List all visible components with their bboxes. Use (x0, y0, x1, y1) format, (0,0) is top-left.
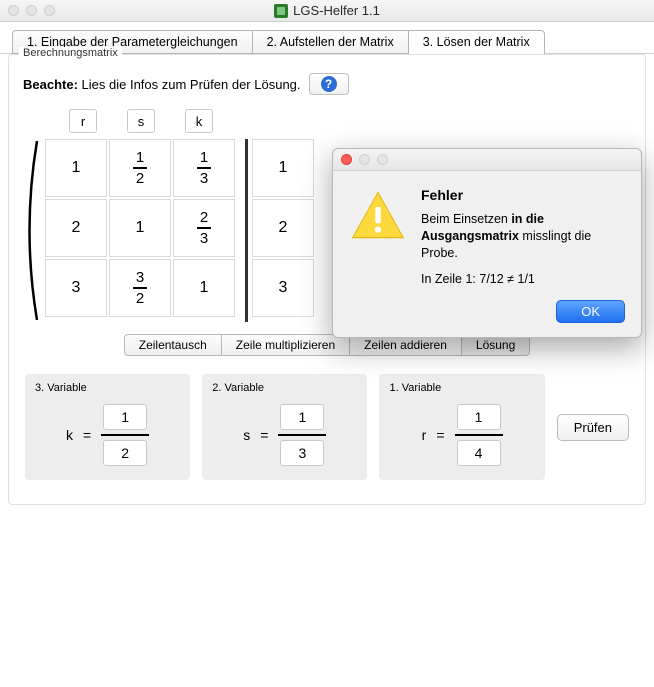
frame-title: Berechnungsmatrix (19, 47, 122, 59)
dialog-zoom-icon (377, 154, 388, 165)
tab-label: 2. Aufstellen der Matrix (267, 35, 394, 49)
var-box-k: 3. Variable k = 1 2 (25, 374, 190, 480)
equals-sign: = (436, 427, 444, 443)
dialog-minimize-icon (359, 154, 370, 165)
op-swap[interactable]: Zeilentausch (124, 334, 222, 356)
var-box-s: 2. Variable s = 1 3 (202, 374, 367, 480)
matrix-cell: 1 (109, 199, 171, 257)
ok-button[interactable]: OK (556, 300, 625, 323)
var-label: 2. Variable (212, 382, 357, 394)
tab-label: 3. Lösen der Matrix (423, 35, 530, 49)
rhs-cell: 1 (252, 139, 314, 197)
matrix-cell: 3 (45, 259, 107, 317)
notice-bold: Beachte: (23, 77, 78, 92)
var-num-input[interactable]: 1 (280, 404, 324, 430)
equals-sign: = (260, 427, 268, 443)
var-den-input[interactable]: 2 (103, 440, 147, 466)
notice-text: Lies die Infos zum Prüfen der Lösung. (82, 77, 301, 92)
rhs-cell: 3 (252, 259, 314, 317)
check-button[interactable]: Prüfen (557, 414, 629, 441)
var-name: s (243, 427, 250, 443)
solution-row: 3. Variable k = 1 2 2. Variable s = 1 3 (19, 366, 635, 488)
rhs-grid: 1 2 3 (245, 139, 314, 322)
app-icon (274, 4, 288, 18)
window-titlebar: LGS-Helfer 1.1 (0, 0, 654, 22)
matrix-cell: 1 (45, 139, 107, 197)
help-icon: ? (321, 76, 337, 92)
column-headers: r s k (69, 109, 635, 133)
var-name: k (66, 427, 73, 443)
var-den-input[interactable]: 4 (457, 440, 501, 466)
var-label: 3. Variable (35, 382, 180, 394)
matrix-cell: 13 (173, 139, 235, 197)
var-box-r: 1. Variable r = 1 4 (379, 374, 544, 480)
matrix-cell: 2 (45, 199, 107, 257)
header-s: s (127, 109, 155, 133)
left-bracket (19, 139, 39, 322)
matrix-cell: 23 (173, 199, 235, 257)
var-num-input[interactable]: 1 (457, 404, 501, 430)
error-dialog: Fehler Beim Einsetzen in die Ausgangsmat… (332, 148, 642, 338)
rhs-cell: 2 (252, 199, 314, 257)
header-r: r (69, 109, 97, 133)
window-title: LGS-Helfer 1.1 (0, 3, 654, 18)
matrix-cell: 32 (109, 259, 171, 317)
coefficient-grid: 1 12 13 2 1 23 3 32 1 (45, 139, 235, 322)
op-multiply[interactable]: Zeile multiplizieren (222, 334, 350, 356)
header-k: k (185, 109, 213, 133)
tab-matrix[interactable]: 2. Aufstellen der Matrix (253, 30, 409, 54)
tab-solve[interactable]: 3. Lösen der Matrix (409, 30, 545, 54)
equals-sign: = (83, 427, 91, 443)
fraction-line (455, 434, 503, 436)
fraction-line (278, 434, 326, 436)
dialog-detail: In Zeile 1: 7/12 ≠ 1/1 (421, 272, 625, 286)
dialog-close-icon[interactable] (341, 154, 352, 165)
matrix-cell: 1 (173, 259, 235, 317)
warning-icon (349, 187, 407, 323)
dialog-title: Fehler (421, 187, 625, 203)
fraction-line (101, 434, 149, 436)
check-column: Prüfen (557, 374, 629, 480)
window-title-text: LGS-Helfer 1.1 (293, 3, 380, 18)
help-button[interactable]: ? (309, 73, 349, 95)
var-label: 1. Variable (389, 382, 534, 394)
dialog-titlebar (333, 149, 641, 171)
var-den-input[interactable]: 3 (280, 440, 324, 466)
var-num-input[interactable]: 1 (103, 404, 147, 430)
notice-row: Beachte: Lies die Infos zum Prüfen der L… (23, 73, 631, 95)
matrix-cell: 12 (109, 139, 171, 197)
var-name: r (422, 427, 427, 443)
dialog-message: Beim Einsetzen in die Ausgangsmatrix mis… (421, 211, 625, 262)
